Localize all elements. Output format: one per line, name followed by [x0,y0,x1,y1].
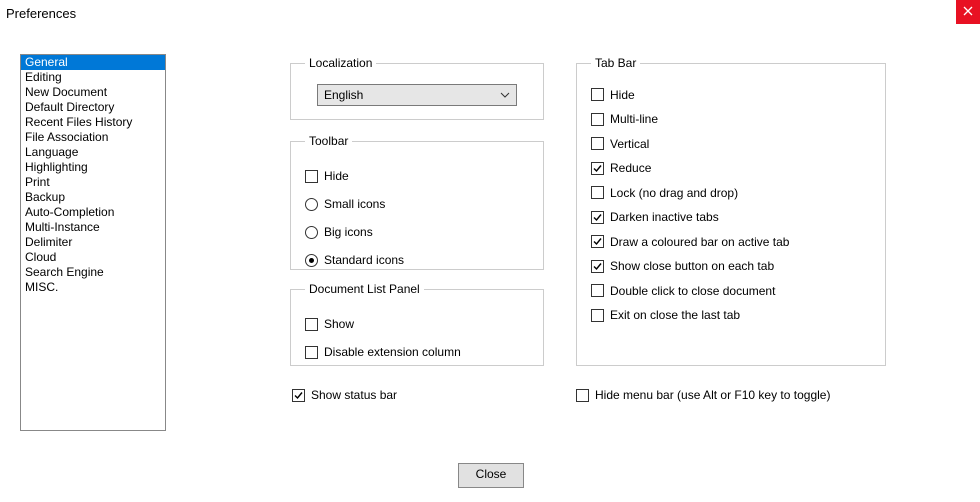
group-document-list-panel: Document List Panel Show Disable extensio… [290,282,544,366]
group-toolbar: Toolbar Hide Small icons Big icons Standard… [290,134,544,270]
tab-dblclick-close-label: Double click to close document [610,284,775,298]
tab-show-close-row: Show close button on each tab [591,256,871,276]
category-item[interactable]: New Document [21,85,165,100]
toolbar-hide-row: Hide [305,166,529,186]
tab-exit-on-last-checkbox[interactable] [591,309,604,322]
tab-multiline-row: Multi-line [591,109,871,129]
category-item[interactable]: Cloud [21,250,165,265]
tab-darken-inactive-checkbox[interactable] [591,211,604,224]
toolbar-small-icons-row: Small icons [305,194,529,214]
tab-reduce-row: Reduce [591,158,871,178]
language-dropdown-value: English [324,88,363,102]
tab-lock-label: Lock (no drag and drop) [610,186,738,200]
tab-vertical-row: Vertical [591,134,871,154]
category-item[interactable]: Auto-Completion [21,205,165,220]
tab-darken-inactive-label: Darken inactive tabs [610,210,719,224]
toolbar-big-icons-label: Big icons [324,225,373,239]
doc-list-disable-ext-col-checkbox[interactable] [305,346,318,359]
tab-hide-row: Hide [591,85,871,105]
close-button-label: Close [476,467,507,481]
category-item[interactable]: Search Engine [21,265,165,280]
toolbar-standard-icons-label: Standard icons [324,253,404,267]
toolbar-big-icons-radio[interactable] [305,226,318,239]
category-item[interactable]: MISC. [21,280,165,295]
group-localization: Localization English [290,56,544,120]
preferences-dialog: Preferences GeneralEditingNew DocumentDe… [0,0,980,502]
doc-list-show-row: Show [305,314,529,334]
tab-hide-label: Hide [610,88,635,102]
toolbar-small-icons-radio[interactable] [305,198,318,211]
toolbar-standard-icons-radio[interactable] [305,254,318,267]
tab-vertical-label: Vertical [610,137,649,151]
tab-show-close-label: Show close button on each tab [610,259,774,273]
tab-reduce-label: Reduce [610,161,651,175]
chevron-down-icon [500,89,510,103]
category-item[interactable]: Backup [21,190,165,205]
category-item[interactable]: Editing [21,70,165,85]
category-item[interactable]: Print [21,175,165,190]
show-status-bar-row: Show status bar [292,388,397,402]
category-item[interactable]: General [21,55,165,70]
close-icon [963,5,973,19]
language-dropdown[interactable]: English [317,84,517,106]
hide-menu-bar-label: Hide menu bar (use Alt or F10 key to tog… [595,388,830,402]
group-toolbar-legend: Toolbar [305,134,352,148]
doc-list-disable-ext-col-row: Disable extension column [305,342,529,362]
category-item[interactable]: Highlighting [21,160,165,175]
doc-list-disable-ext-col-label: Disable extension column [324,345,461,359]
category-item[interactable]: Multi-Instance [21,220,165,235]
tab-multiline-label: Multi-line [610,112,658,126]
tab-coloured-bar-label: Draw a coloured bar on active tab [610,235,789,249]
group-tab-bar-legend: Tab Bar [591,56,640,70]
show-status-bar-checkbox[interactable] [292,389,305,402]
category-item[interactable]: File Association [21,130,165,145]
tab-multiline-checkbox[interactable] [591,113,604,126]
toolbar-big-icons-row: Big icons [305,222,529,242]
group-document-list-legend: Document List Panel [305,282,424,296]
toolbar-standard-icons-row: Standard icons [305,250,529,270]
hide-menu-bar-row: Hide menu bar (use Alt or F10 key to tog… [576,388,830,402]
group-tab-bar: Tab Bar Hide Multi-line Vertical Reduce Lock… [576,56,886,366]
doc-list-show-checkbox[interactable] [305,318,318,331]
tab-dblclick-close-checkbox[interactable] [591,284,604,297]
category-item[interactable]: Language [21,145,165,160]
tab-reduce-checkbox[interactable] [591,162,604,175]
show-status-bar-label: Show status bar [311,388,397,402]
tab-show-close-checkbox[interactable] [591,260,604,273]
tab-exit-on-last-label: Exit on close the last tab [610,308,740,322]
category-item[interactable]: Delimiter [21,235,165,250]
toolbar-hide-checkbox[interactable] [305,170,318,183]
window-close-button[interactable] [956,0,980,24]
category-item[interactable]: Recent Files History [21,115,165,130]
hide-menu-bar-checkbox[interactable] [576,389,589,402]
tab-darken-inactive-row: Darken inactive tabs [591,207,871,227]
group-localization-legend: Localization [305,56,376,70]
tab-lock-checkbox[interactable] [591,186,604,199]
tab-coloured-bar-checkbox[interactable] [591,235,604,248]
tab-exit-on-last-row: Exit on close the last tab [591,305,871,325]
doc-list-show-label: Show [324,317,354,331]
close-button[interactable]: Close [458,463,524,488]
dialog-title: Preferences [6,6,76,21]
tab-dblclick-close-row: Double click to close document [591,281,871,301]
tab-vertical-checkbox[interactable] [591,137,604,150]
toolbar-hide-label: Hide [324,169,349,183]
category-list[interactable]: GeneralEditingNew DocumentDefault Direct… [20,54,166,431]
toolbar-small-icons-label: Small icons [324,197,385,211]
tab-coloured-bar-row: Draw a coloured bar on active tab [591,232,871,252]
tab-lock-row: Lock (no drag and drop) [591,183,871,203]
category-item[interactable]: Default Directory [21,100,165,115]
tab-hide-checkbox[interactable] [591,88,604,101]
